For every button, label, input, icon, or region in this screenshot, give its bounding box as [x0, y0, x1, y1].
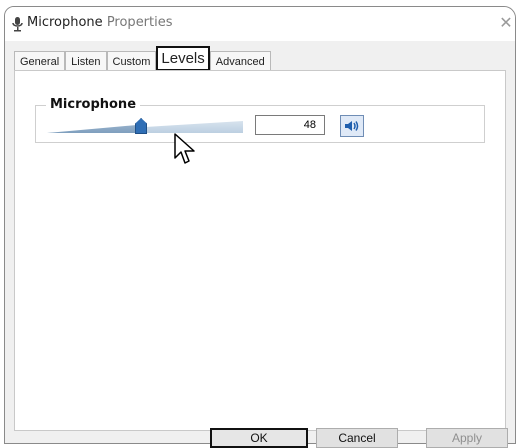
speaker-icon	[345, 121, 359, 131]
slider-thumb[interactable]	[135, 118, 148, 134]
window-title-rest: Properties	[106, 15, 173, 30]
tab-custom[interactable]: Custom	[106, 51, 157, 71]
tab-levels[interactable]: Levels	[156, 46, 210, 71]
mouse-pointer-icon	[174, 133, 195, 164]
cancel-button[interactable]: Cancel	[316, 428, 398, 448]
close-button[interactable]: ✕	[495, 15, 515, 33]
tab-advanced[interactable]: Advanced	[209, 51, 271, 71]
microphone-group-label: Microphone	[46, 97, 141, 112]
tab-listen[interactable]: Listen	[65, 51, 107, 71]
slider-fill	[47, 124, 142, 133]
microphone-properties-window: Microphone Properties ✕ General Listen C…	[4, 6, 516, 444]
mute-toggle-button[interactable]	[340, 115, 364, 137]
ok-button[interactable]: OK	[210, 428, 308, 448]
microphone-icon	[12, 17, 23, 32]
apply-button[interactable]: Apply	[426, 428, 508, 448]
title-bar: Microphone Properties ✕	[5, 7, 515, 41]
tab-strip: General Listen Custom Levels Advanced	[14, 45, 271, 71]
window-title-main: Microphone	[27, 15, 103, 30]
tab-general[interactable]: General	[14, 51, 66, 71]
level-value-field[interactable]: 48	[255, 115, 325, 135]
close-icon: ✕	[499, 15, 513, 32]
levels-panel: Microphone 48	[14, 70, 506, 431]
window-title: Microphone Properties	[27, 15, 173, 30]
microphone-level-slider[interactable]	[47, 118, 243, 136]
